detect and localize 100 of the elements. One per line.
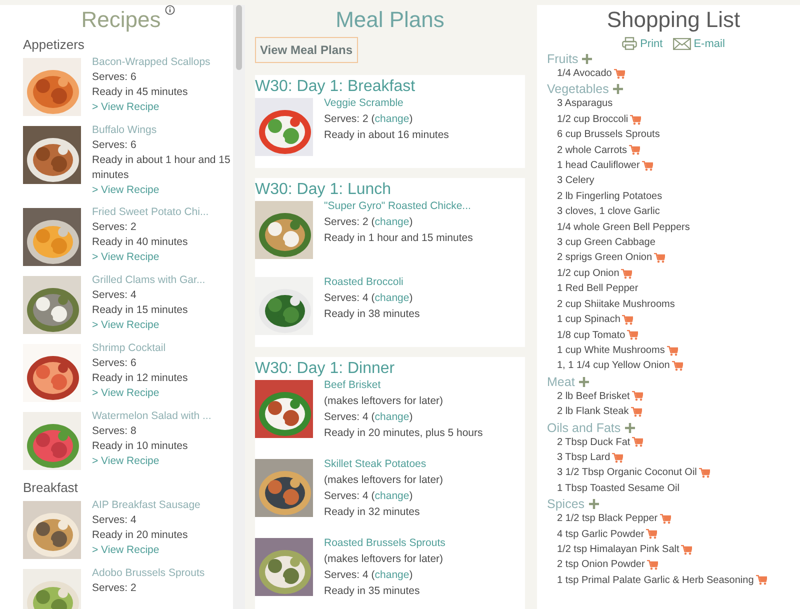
recipe-title[interactable]: Adobo Brussels Sprouts <box>92 566 205 581</box>
ingredient-item: 3 1/2 Tbsp Organic Coconut Oil <box>557 466 697 480</box>
serves-text: Serves: 4 <box>92 513 136 528</box>
change-link[interactable]: change <box>374 292 410 304</box>
recipe-title[interactable]: Watermelon Salad with ... <box>92 409 212 424</box>
cart-icon[interactable] <box>646 560 658 570</box>
scrollbar-thumb[interactable] <box>236 5 242 70</box>
serves-text: Serves: 4 (change) <box>324 489 413 504</box>
ready-time: Ready in about 16 minutes <box>324 128 449 143</box>
section-heading: Appetizers <box>23 37 86 52</box>
ready-time: Ready in 20 minutes, plus 5 hours <box>324 426 483 441</box>
recipe-title[interactable]: Fried Sweet Potato Chi... <box>92 205 209 220</box>
ingredient-item: 1/8 cup Tomato <box>557 328 626 342</box>
meal-plans-title: Meal Plans <box>336 6 444 34</box>
serves-text: Serves: 4 (change) <box>324 568 413 583</box>
view-recipe-link[interactable]: > View Recipe <box>92 100 160 115</box>
cart-icon[interactable] <box>756 575 767 586</box>
ingredient-item: 1 cup White Mushrooms <box>557 344 665 358</box>
serves-text: Serves: 6 <box>92 70 136 85</box>
cart-icon[interactable] <box>632 391 643 402</box>
ingredient-item: 3 Celery <box>557 174 594 188</box>
ingredient-item: 2 cup Shiitake Mushrooms <box>557 298 675 312</box>
recipe-link[interactable]: Roasted Broccoli <box>324 274 404 290</box>
ingredient-item: 2 lb Beef Brisket <box>557 390 630 404</box>
recipe-title[interactable]: AIP Breakfast Sausage <box>92 498 200 513</box>
ingredient-item: 3 cloves, 1 clove Garlic <box>557 205 660 220</box>
ready-time: Ready in 15 minutes <box>92 303 188 318</box>
plus-icon[interactable] <box>624 422 635 433</box>
recipe-title[interactable]: Grilled Clams with Gar... <box>92 273 206 288</box>
meal-title: W30: Day 1: Dinner <box>255 360 396 378</box>
serves-text: Serves: 4 (change) <box>324 291 413 306</box>
cart-icon[interactable] <box>632 437 644 448</box>
ingredient-item: 2 1/2 tsp Black Pepper <box>557 512 658 526</box>
cart-icon[interactable] <box>621 268 632 279</box>
change-link[interactable]: change <box>374 216 410 228</box>
plus-icon[interactable] <box>582 54 592 64</box>
ready-time: Ready in 32 minutes <box>324 505 420 520</box>
serves-text: Serves: 8 <box>92 424 136 439</box>
recipe-link[interactable]: Beef Brisket <box>324 377 381 393</box>
cart-icon[interactable] <box>654 253 666 264</box>
ingredient-item: 2 whole Carrots <box>557 144 628 158</box>
ingredient-item: 1 Red Bell Pepper <box>557 282 638 296</box>
ready-time: Ready in 38 minutes <box>324 307 420 322</box>
ingredient-item: 1/2 cup Broccoli <box>557 112 628 127</box>
change-link[interactable]: change <box>374 569 410 581</box>
cart-icon[interactable] <box>629 145 640 156</box>
ready-time: Ready in about 1 hour and 15 minutes <box>92 153 232 183</box>
recipe-link[interactable]: Skillet Steak Potatoes <box>324 456 426 472</box>
cart-icon[interactable] <box>646 529 658 540</box>
info-icon[interactable] <box>164 5 175 15</box>
category-heading: Fruits <box>547 52 578 66</box>
change-link[interactable]: change <box>374 411 410 423</box>
plus-icon[interactable] <box>588 499 599 510</box>
recipe-title[interactable]: Shrimp Cocktail <box>92 341 166 356</box>
cart-icon[interactable] <box>698 468 710 478</box>
ingredient-item: 1, 1 1/4 cup Yellow Onion <box>557 359 670 374</box>
cart-icon[interactable] <box>630 406 642 417</box>
change-link[interactable]: change <box>374 490 410 502</box>
view-meal-plans-button[interactable]: View Meal Plans <box>255 37 358 63</box>
ready-time: Ready in 35 minutes <box>324 584 420 599</box>
view-recipe-link[interactable]: > View Recipe <box>92 543 160 558</box>
envelope-icon <box>672 38 691 50</box>
recipe-link[interactable]: Veggie Scramble <box>324 95 404 111</box>
ready-time: Ready in 12 minutes <box>92 371 188 386</box>
leftovers-note: (makes leftovers for later) <box>324 394 444 409</box>
cart-icon[interactable] <box>614 68 625 79</box>
meal-title: W30: Day 1: Lunch <box>255 181 392 199</box>
cart-icon[interactable] <box>622 314 634 325</box>
view-recipe-link[interactable]: > View Recipe <box>92 183 160 198</box>
plus-icon[interactable] <box>578 376 589 387</box>
cart-icon[interactable] <box>630 114 642 125</box>
cart-icon[interactable] <box>612 452 624 463</box>
recipe-link[interactable]: Roasted Brussels Sprouts <box>324 535 446 551</box>
ingredient-item: 1 head Cauliflower <box>557 159 640 174</box>
view-recipe-link[interactable]: > View Recipe <box>92 318 160 333</box>
ingredient-item: 3 Asparagus <box>557 97 613 112</box>
cart-icon[interactable] <box>642 160 653 171</box>
recipe-title[interactable]: Buffalo Wings <box>92 123 157 138</box>
email-link[interactable]: E-mail <box>672 37 725 50</box>
serves-text: Serves: 2 (change) <box>324 215 413 230</box>
ingredient-item: 1 Tbsp Toasted Sesame Oil <box>557 482 680 496</box>
cart-icon[interactable] <box>627 330 638 340</box>
ingredient-item: 1/2 cup Onion <box>557 266 620 281</box>
recipe-link[interactable]: "Super Gyro" Roasted Chicke... <box>324 198 471 214</box>
cart-icon[interactable] <box>681 544 692 555</box>
serves-text: Serves: 2 <box>92 581 136 596</box>
cart-icon[interactable] <box>672 361 683 372</box>
change-link[interactable]: change <box>374 113 410 125</box>
cart-icon[interactable] <box>666 346 678 356</box>
ingredient-item: 1 cup Spinach <box>557 313 620 328</box>
ingredient-item: 1/4 Avocado <box>557 67 612 81</box>
leftovers-note: (makes leftovers for later) <box>324 473 444 488</box>
view-recipe-link[interactable]: > View Recipe <box>92 454 160 469</box>
view-recipe-link[interactable]: > View Recipe <box>92 386 160 401</box>
view-recipe-link[interactable]: > View Recipe <box>92 250 160 265</box>
plus-icon[interactable] <box>612 84 623 94</box>
cart-icon[interactable] <box>660 514 671 524</box>
recipe-title[interactable]: Bacon-Wrapped Scallops <box>92 55 210 70</box>
serves-text: Serves: 6 <box>92 138 136 153</box>
print-link[interactable]: Print <box>622 37 663 50</box>
